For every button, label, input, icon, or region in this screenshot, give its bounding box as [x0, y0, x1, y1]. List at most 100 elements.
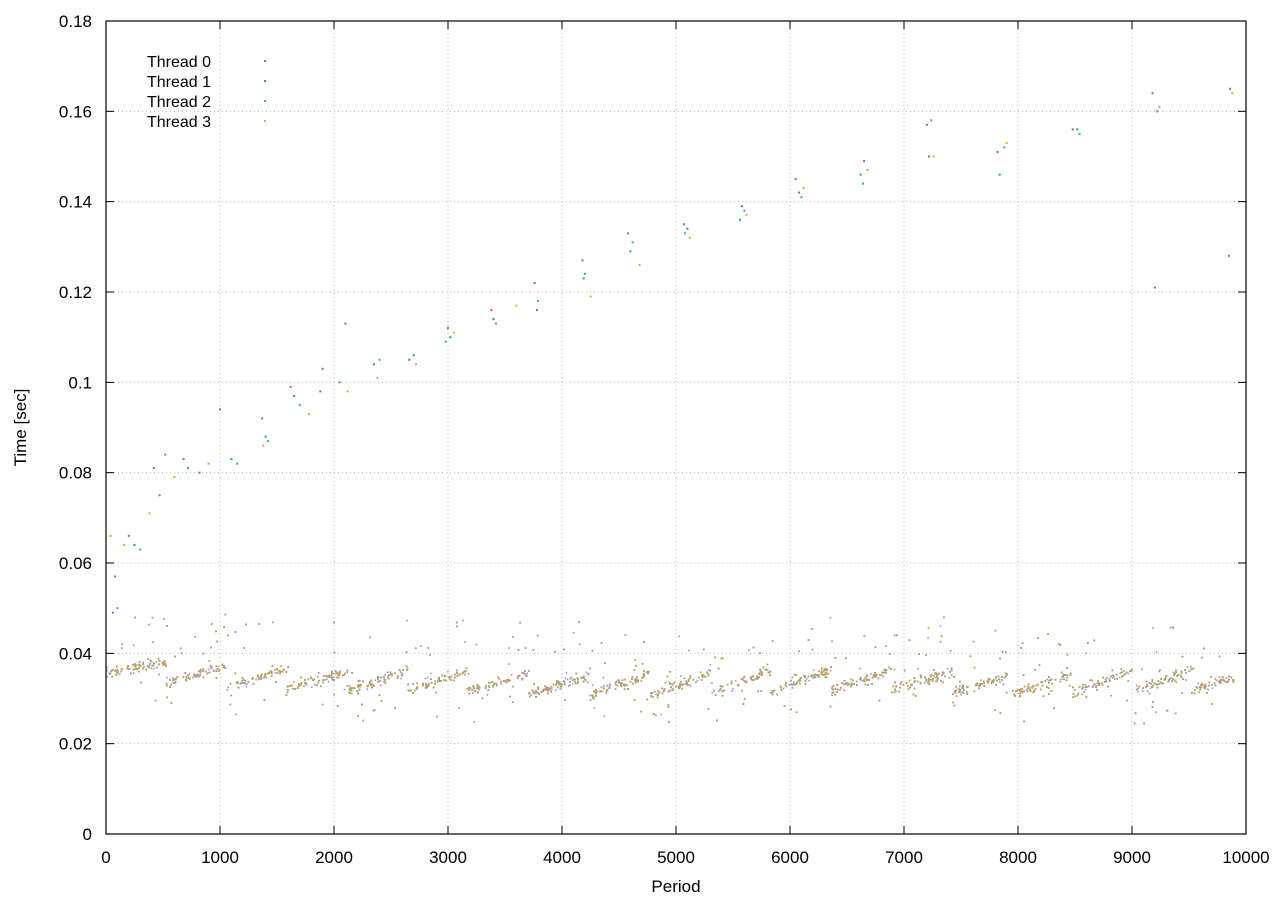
- data-point: [156, 667, 158, 669]
- data-point: [569, 684, 571, 686]
- data-point: [1048, 693, 1050, 695]
- data-point: [236, 683, 238, 685]
- data-point: [748, 649, 750, 651]
- data-point: [1109, 678, 1111, 680]
- data-point: [1033, 692, 1035, 694]
- data-point: [737, 684, 739, 686]
- data-point: [845, 658, 847, 660]
- outlier-point: [1154, 286, 1156, 288]
- data-point: [311, 687, 313, 689]
- data-point: [1015, 690, 1017, 692]
- data-point: [1019, 693, 1021, 695]
- data-point: [487, 694, 489, 696]
- data-point: [407, 668, 409, 670]
- data-point: [586, 672, 588, 674]
- data-point: [798, 650, 800, 652]
- data-point: [1000, 712, 1002, 714]
- outlier-point: [1079, 133, 1081, 135]
- data-point: [1129, 670, 1131, 672]
- outlier-point: [198, 472, 200, 474]
- series-2: [106, 110, 1234, 724]
- outlier-point: [230, 458, 232, 460]
- data-point: [636, 676, 638, 678]
- data-point: [713, 690, 715, 692]
- data-point: [604, 662, 606, 664]
- data-point: [175, 678, 177, 680]
- data-point: [609, 685, 611, 687]
- data-point: [950, 650, 952, 652]
- data-point: [140, 682, 142, 684]
- data-point: [1181, 676, 1183, 678]
- data-point: [703, 649, 705, 651]
- data-point: [793, 683, 795, 685]
- data-point: [933, 676, 935, 678]
- data-point: [583, 681, 585, 683]
- data-point: [402, 675, 404, 677]
- data-point: [1066, 674, 1068, 676]
- data-point: [359, 680, 361, 682]
- data-point: [469, 693, 471, 695]
- data-point: [1053, 707, 1055, 709]
- data-point: [751, 676, 753, 678]
- data-point: [317, 682, 319, 684]
- data-point: [207, 673, 209, 675]
- data-point: [156, 661, 158, 663]
- outlier-point: [116, 607, 118, 609]
- data-point: [1137, 691, 1139, 693]
- data-point: [509, 679, 511, 681]
- outlier-point: [582, 259, 584, 261]
- data-point: [1095, 685, 1097, 687]
- series-1: [106, 128, 1234, 724]
- data-point: [927, 682, 929, 684]
- data-point: [1058, 643, 1060, 645]
- data-point: [1110, 695, 1112, 697]
- data-point: [542, 690, 544, 692]
- data-point: [1136, 689, 1138, 691]
- data-point: [603, 677, 605, 679]
- data-point: [1123, 670, 1125, 672]
- data-point: [225, 614, 227, 616]
- data-point: [1033, 685, 1035, 687]
- data-point: [468, 689, 470, 691]
- data-point: [1181, 692, 1183, 694]
- data-point: [1208, 685, 1210, 687]
- data-point: [1001, 679, 1003, 681]
- data-point: [474, 690, 476, 692]
- data-point: [924, 682, 926, 684]
- data-point: [1112, 677, 1114, 679]
- data-point: [322, 704, 324, 706]
- outlier-point: [267, 440, 269, 442]
- data-point: [735, 680, 737, 682]
- data-point: [471, 689, 473, 691]
- data-point: [622, 679, 624, 681]
- outlier-point: [379, 359, 381, 361]
- data-point: [137, 668, 139, 670]
- data-point: [1219, 677, 1221, 679]
- outlier-point: [128, 535, 130, 537]
- data-point: [377, 676, 379, 678]
- data-point: [497, 677, 499, 679]
- data-point: [472, 692, 474, 694]
- data-point: [333, 673, 335, 675]
- outlier-point: [1229, 88, 1231, 90]
- data-point: [812, 649, 814, 651]
- outlier-point: [534, 282, 536, 284]
- data-point: [1185, 679, 1187, 681]
- data-point: [662, 692, 664, 694]
- data-point: [1023, 674, 1025, 676]
- outlier-point: [164, 454, 166, 456]
- data-point: [794, 674, 796, 676]
- data-point: [1116, 678, 1118, 680]
- grid: [106, 21, 1246, 834]
- data-point: [1232, 679, 1234, 681]
- data-point: [895, 686, 897, 688]
- data-point: [790, 684, 792, 686]
- data-point: [667, 704, 669, 706]
- data-point: [732, 688, 734, 690]
- data-point: [705, 676, 707, 678]
- data-point: [469, 687, 471, 689]
- data-point: [815, 676, 817, 678]
- data-point: [856, 681, 858, 683]
- data-point: [933, 669, 935, 671]
- data-point: [153, 668, 155, 670]
